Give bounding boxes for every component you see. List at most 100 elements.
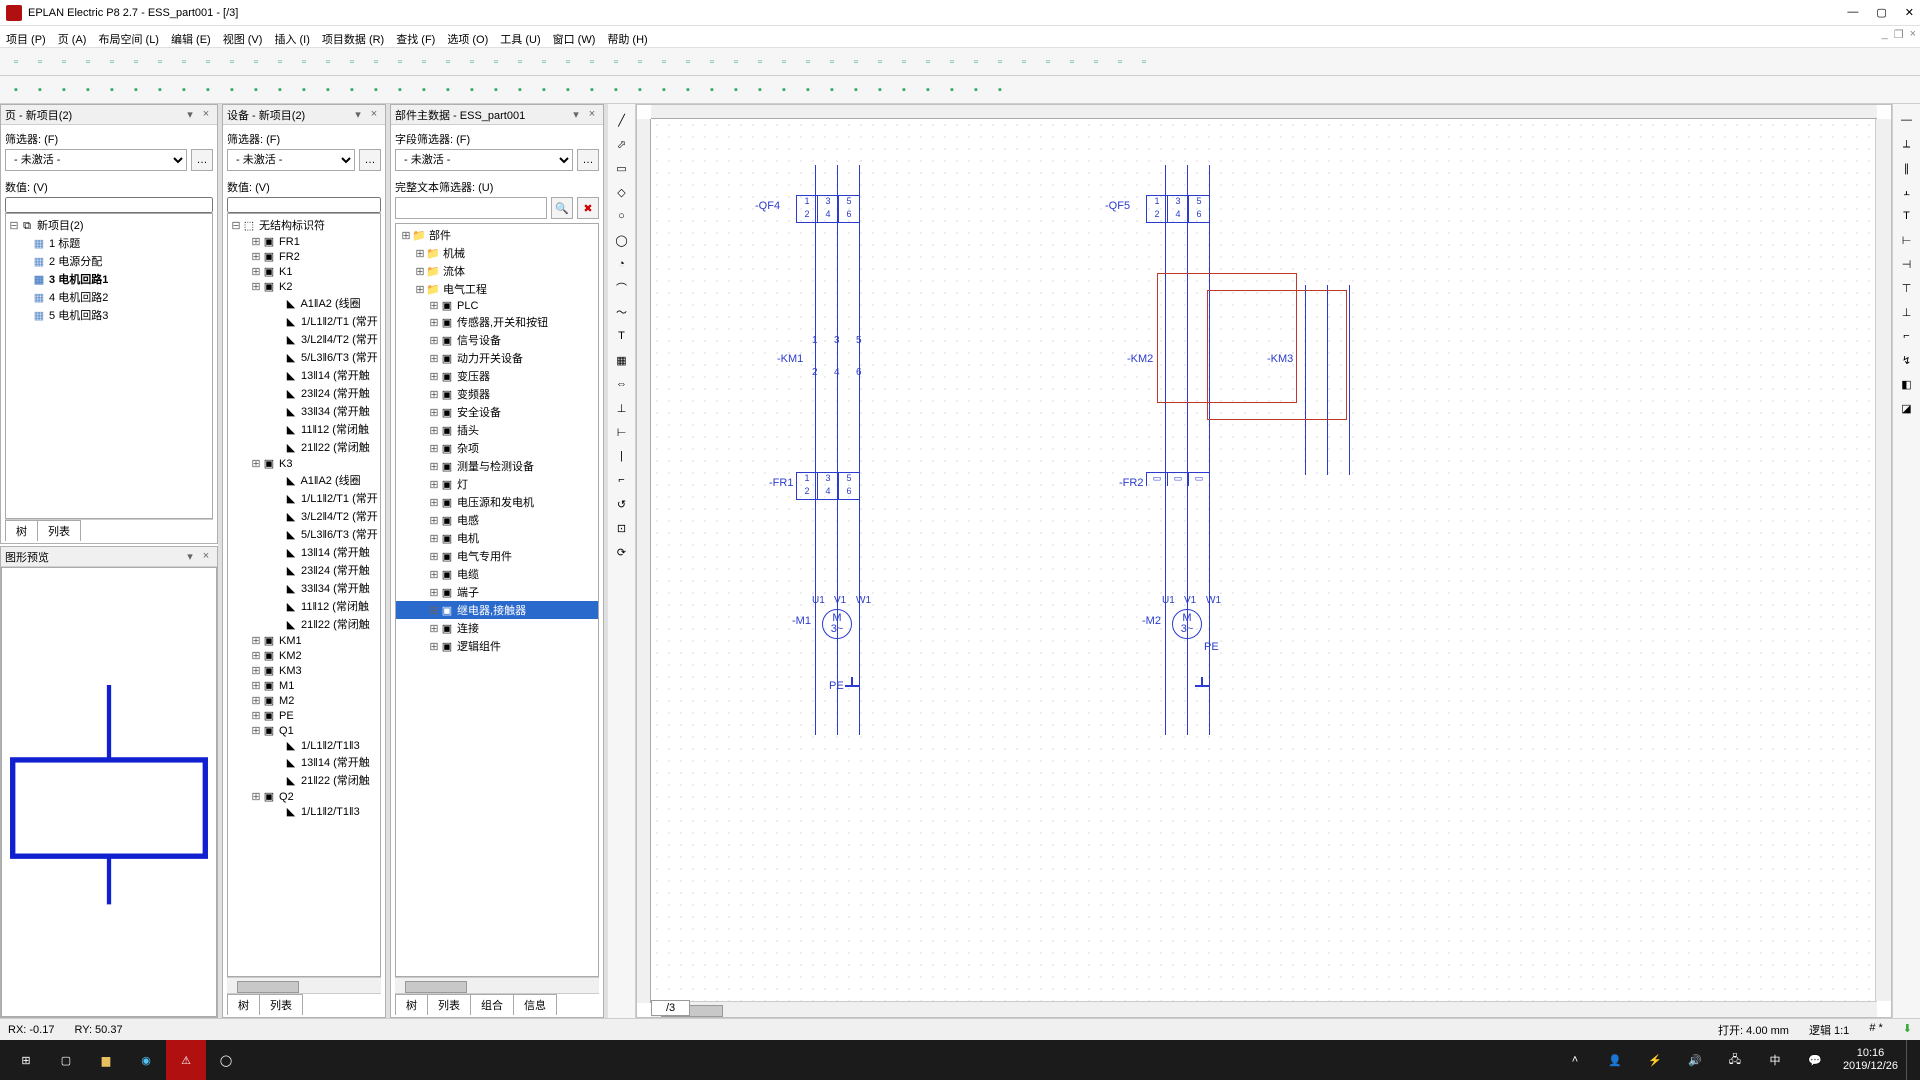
pages-dropdown-icon[interactable]: ▾: [183, 108, 197, 121]
canvas-vscroll[interactable]: [1875, 119, 1891, 1001]
toolbar2-btn-13[interactable]: ▪: [317, 79, 339, 101]
toolbar2-btn-33[interactable]: ▪: [797, 79, 819, 101]
toolbar1-btn-8[interactable]: ▫: [197, 51, 219, 73]
close-button[interactable]: ✕: [1905, 6, 1914, 19]
toolbar1-btn-26[interactable]: ▫: [629, 51, 651, 73]
explorer-icon[interactable]: ▆: [86, 1040, 126, 1080]
pages-close-icon[interactable]: ×: [199, 108, 213, 121]
dev-node[interactable]: ⊞▣ Q1: [228, 723, 380, 738]
tree-root[interactable]: ⊟⧉ 新项目(2): [6, 216, 212, 234]
toolbar1-btn-38[interactable]: ▫: [917, 51, 939, 73]
toolbar1-btn-21[interactable]: ▫: [509, 51, 531, 73]
menu-tools[interactable]: 工具 (U): [500, 31, 540, 47]
pages-tab-list[interactable]: 列表: [37, 520, 81, 541]
toolbar2-btn-0[interactable]: ▪: [5, 79, 27, 101]
toolbar1-btn-1[interactable]: ▫: [29, 51, 51, 73]
preview-close-icon[interactable]: ×: [199, 550, 213, 563]
toolbar2-btn-2[interactable]: ▪: [53, 79, 75, 101]
parts-tab-tree[interactable]: 树: [395, 994, 428, 1015]
tray-sound-icon[interactable]: 🔊: [1675, 1040, 1715, 1080]
taskbar-clock[interactable]: 10:162019/12/26: [1835, 1047, 1906, 1073]
toolbar1-btn-25[interactable]: ▫: [605, 51, 627, 73]
devices-filter-browse[interactable]: …: [359, 149, 381, 171]
rtool-3-icon[interactable]: ⫠: [1896, 181, 1918, 203]
toolbar1-btn-22[interactable]: ▫: [533, 51, 555, 73]
parts-textfilter-search[interactable]: 🔍: [551, 197, 573, 219]
toolbar1-btn-17[interactable]: ▫: [413, 51, 435, 73]
ltool-5-icon[interactable]: ◯: [611, 229, 633, 251]
rtool-5-icon[interactable]: ⊢: [1896, 229, 1918, 251]
parts-tab-list[interactable]: 列表: [427, 994, 471, 1015]
toolbar1-btn-19[interactable]: ▫: [461, 51, 483, 73]
parts-node[interactable]: ⊞▣ 安全设备: [396, 403, 598, 421]
toolbar2-btn-40[interactable]: ▪: [965, 79, 987, 101]
dev-node[interactable]: ◣ 33‖34 (常开触: [228, 402, 380, 420]
dev-node[interactable]: ◣ A1‖A2 (线圈: [228, 294, 380, 312]
edge-icon[interactable]: ◉: [126, 1040, 166, 1080]
toolbar2-btn-8[interactable]: ▪: [197, 79, 219, 101]
dev-node[interactable]: ◣ 3/L2‖4/T2 (常开: [228, 507, 380, 525]
toolbar1-btn-36[interactable]: ▫: [869, 51, 891, 73]
start-button[interactable]: ⊞: [6, 1040, 46, 1080]
toolbar2-btn-36[interactable]: ▪: [869, 79, 891, 101]
menu-projectdata[interactable]: 项目数据 (R): [322, 31, 384, 47]
rtool-2-icon[interactable]: ∥: [1896, 157, 1918, 179]
parts-node[interactable]: ⊞▣ 灯: [396, 475, 598, 493]
ltool-7-icon[interactable]: ⌒: [611, 277, 633, 299]
rtool-7-icon[interactable]: ⊤: [1896, 277, 1918, 299]
toolbar1-btn-7[interactable]: ▫: [173, 51, 195, 73]
canvas-hscroll[interactable]: [651, 1001, 1877, 1017]
devices-hscroll[interactable]: [227, 977, 381, 993]
dev-node[interactable]: ◣ 21‖22 (常闭触: [228, 615, 380, 633]
page-node[interactable]: ▦ 3 电机回路1: [6, 270, 212, 288]
tray-action-icon[interactable]: 💬: [1795, 1040, 1835, 1080]
app-task-icon[interactable]: ◯: [206, 1040, 246, 1080]
toolbar2-btn-30[interactable]: ▪: [725, 79, 747, 101]
toolbar2-btn-19[interactable]: ▪: [461, 79, 483, 101]
dev-node[interactable]: ⊞▣ M1: [228, 678, 380, 693]
rtool-0-icon[interactable]: —: [1896, 109, 1918, 131]
parts-node[interactable]: ⊞📁 流体: [396, 262, 598, 280]
toolbar2-btn-34[interactable]: ▪: [821, 79, 843, 101]
pages-filter-browse[interactable]: …: [191, 149, 213, 171]
parts-node[interactable]: ⊞▣ 继电器,接触器: [396, 601, 598, 619]
dev-node[interactable]: ◣ 11‖12 (常闭触: [228, 420, 380, 438]
toolbar2-btn-17[interactable]: ▪: [413, 79, 435, 101]
dev-node[interactable]: ⊞▣ FR2: [228, 249, 380, 264]
dev-node[interactable]: ◣ 1/L1‖2/T1‖3: [228, 804, 380, 819]
toolbar2-btn-7[interactable]: ▪: [173, 79, 195, 101]
rtool-4-icon[interactable]: T: [1896, 205, 1918, 227]
dev-node[interactable]: ⊞▣ K3: [228, 456, 380, 471]
toolbar2-btn-16[interactable]: ▪: [389, 79, 411, 101]
dev-node[interactable]: ◣ 1/L1‖2/T1 (常开: [228, 489, 380, 507]
toolbar2-btn-3[interactable]: ▪: [77, 79, 99, 101]
minimize-button[interactable]: —: [1847, 6, 1858, 19]
maximize-button[interactable]: ▢: [1876, 6, 1886, 19]
dev-node[interactable]: ◣ 23‖24 (常开触: [228, 561, 380, 579]
schematic-canvas[interactable]: -QF4 135 246 -QF5 135 246 -KM1 135 246 -…: [636, 104, 1892, 1018]
toolbar2-btn-21[interactable]: ▪: [509, 79, 531, 101]
parts-node[interactable]: ⊞▣ 端子: [396, 583, 598, 601]
tray-people-icon[interactable]: 👤: [1595, 1040, 1635, 1080]
dev-node[interactable]: ◣ 1/L1‖2/T1‖3: [228, 738, 380, 753]
parts-node[interactable]: ⊞▣ 插头: [396, 421, 598, 439]
mdi-restore-icon[interactable]: ❐: [1894, 28, 1904, 41]
toolbar1-btn-0[interactable]: ▫: [5, 51, 27, 73]
toolbar1-btn-29[interactable]: ▫: [701, 51, 723, 73]
page-node[interactable]: ▦ 1 标题: [6, 234, 212, 252]
dev-node[interactable]: ◣ 3/L2‖4/T2 (常开: [228, 330, 380, 348]
toolbar1-btn-5[interactable]: ▫: [125, 51, 147, 73]
ltool-16-icon[interactable]: ↺: [611, 493, 633, 515]
rtool-10-icon[interactable]: ↯: [1896, 349, 1918, 371]
toolbar1-btn-9[interactable]: ▫: [221, 51, 243, 73]
toolbar2-btn-27[interactable]: ▪: [653, 79, 675, 101]
toolbar1-btn-31[interactable]: ▫: [749, 51, 771, 73]
ltool-2-icon[interactable]: ▭: [611, 157, 633, 179]
toolbar2-btn-9[interactable]: ▪: [221, 79, 243, 101]
toolbar1-btn-30[interactable]: ▫: [725, 51, 747, 73]
toolbar1-btn-16[interactable]: ▫: [389, 51, 411, 73]
parts-node[interactable]: ⊞📁 电气工程: [396, 280, 598, 298]
dev-node[interactable]: ◣ 13‖14 (常开触: [228, 543, 380, 561]
toolbar2-btn-29[interactable]: ▪: [701, 79, 723, 101]
parts-node[interactable]: ⊞▣ 信号设备: [396, 331, 598, 349]
